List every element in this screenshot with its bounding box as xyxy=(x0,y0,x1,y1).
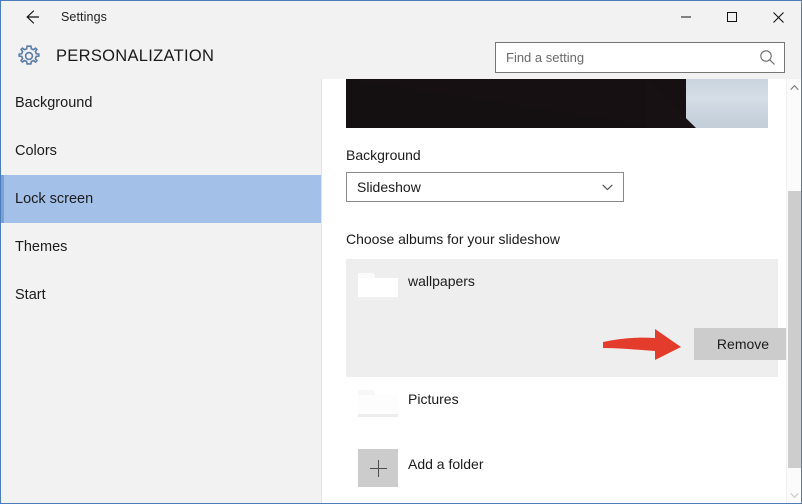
folder-icon xyxy=(358,388,398,424)
add-folder-row[interactable]: Add a folder xyxy=(346,447,778,495)
close-icon xyxy=(772,11,784,23)
scroll-up-button[interactable] xyxy=(787,79,801,95)
sidebar-item-background[interactable]: Background xyxy=(1,79,321,127)
album-row-wallpapers[interactable]: wallpapers xyxy=(346,259,778,319)
search-input[interactable]: Find a setting xyxy=(495,42,785,73)
back-arrow-icon xyxy=(26,10,40,24)
sidebar-item-colors[interactable]: Colors xyxy=(1,127,321,175)
search-placeholder: Find a setting xyxy=(506,50,585,65)
sidebar: Background Colors Lock screen Themes Sta… xyxy=(1,79,322,503)
content-panel: Background Slideshow Choose albums for y… xyxy=(322,79,801,503)
background-label: Background xyxy=(346,147,421,163)
folder-icon xyxy=(358,271,398,307)
scroll-down-button[interactable] xyxy=(787,487,801,503)
back-button[interactable] xyxy=(9,1,55,33)
add-folder-label: Add a folder xyxy=(408,456,484,472)
sidebar-item-label: Colors xyxy=(15,143,57,159)
albums-section-label: Choose albums for your slideshow xyxy=(346,231,560,247)
sidebar-item-label: Start xyxy=(15,287,46,303)
window-controls xyxy=(663,1,801,33)
selected-album-panel: wallpapers Remove xyxy=(346,259,792,377)
page-title: PERSONALIZATION xyxy=(56,47,215,65)
sidebar-item-lock-screen[interactable]: Lock screen xyxy=(1,175,321,223)
search-icon[interactable] xyxy=(759,49,776,66)
window-title: Settings xyxy=(61,10,107,24)
maximize-icon xyxy=(727,12,737,22)
content-scrollbar[interactable] xyxy=(786,79,801,503)
sidebar-item-themes[interactable]: Themes xyxy=(1,223,321,271)
preview-ridge-secondary xyxy=(646,79,696,128)
page-header: PERSONALIZATION Find a setting xyxy=(1,34,801,79)
album-row-pictures[interactable]: Pictures xyxy=(346,385,778,433)
minimize-icon xyxy=(681,16,691,18)
preview-ridge xyxy=(346,79,666,128)
background-type-dropdown[interactable]: Slideshow xyxy=(346,172,624,202)
close-button[interactable] xyxy=(755,1,801,33)
sidebar-item-start[interactable]: Start xyxy=(1,271,321,319)
chevron-up-icon xyxy=(790,84,799,90)
minimize-button[interactable] xyxy=(663,1,709,33)
album-name: Pictures xyxy=(408,391,459,407)
settings-window: Settings PERSONALIZATION Find a setting … xyxy=(0,0,802,504)
title-bar: Settings xyxy=(1,1,801,35)
sidebar-item-label: Themes xyxy=(15,239,68,255)
background-type-value: Slideshow xyxy=(357,179,421,195)
plus-icon[interactable] xyxy=(358,449,398,487)
gear-icon xyxy=(11,38,47,74)
maximize-button[interactable] xyxy=(709,1,755,33)
sidebar-item-label: Lock screen xyxy=(15,191,94,207)
chevron-down-icon xyxy=(790,492,799,498)
album-name: wallpapers xyxy=(408,273,475,289)
remove-button[interactable]: Remove xyxy=(694,328,792,360)
sidebar-item-label: Background xyxy=(15,95,93,111)
scrollbar-thumb[interactable] xyxy=(788,191,801,468)
chevron-down-icon xyxy=(601,181,614,194)
lock-screen-preview-image xyxy=(346,79,768,128)
